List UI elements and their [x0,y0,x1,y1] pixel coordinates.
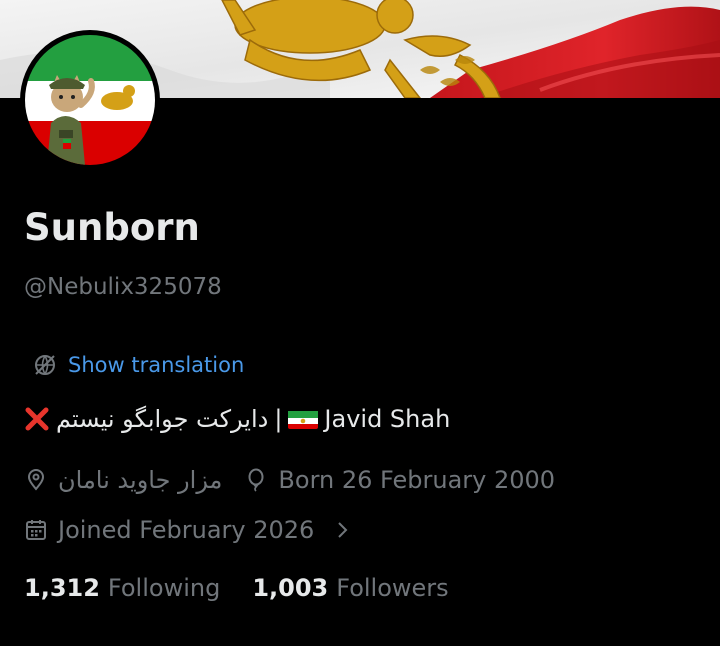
followers-label: Followers [336,574,449,602]
joined-text: Joined February 2026 [58,516,315,544]
bio-persian-text: دایرکت جوابگو نیستم [56,405,269,433]
cross-mark-icon [24,406,50,432]
birthday-text: Born 26 February 2000 [278,466,556,494]
following-label: Following [107,574,221,602]
follow-stats: 1,312 Following 1,003 Followers [24,574,449,602]
show-translation-link[interactable]: Show translation [32,352,244,378]
bio-name-text: Javid Shah [324,405,451,433]
profile-bio: دایرکت جوابگو نیستم | Javid Shah [24,405,450,433]
followers-link[interactable]: 1,003 Followers [252,574,448,602]
display-name: Sunborn [24,206,200,249]
location-text: مزار جاوید نامان [58,466,223,494]
following-link[interactable]: 1,312 Following [24,574,220,602]
chevron-right-icon [330,518,354,542]
profile-meta-row: مزار جاوید نامان Born 26 February 2000 [24,466,555,494]
followers-count: 1,003 [252,574,329,602]
balloon-icon [244,468,268,492]
location-pin-icon [24,468,48,492]
avatar[interactable] [20,30,160,170]
user-handle: @Nebulix325078 [24,274,222,300]
translate-icon [32,352,58,378]
avatar-image [25,35,155,165]
iran-flag-icon [288,409,319,429]
location-item: مزار جاوید نامان [24,466,222,494]
profile-page: Sunborn @Nebulix325078 Show translation … [0,0,720,646]
calendar-icon [24,518,48,542]
joined-row[interactable]: Joined February 2026 [24,516,354,544]
following-count: 1,312 [24,574,100,602]
bio-separator: | [274,405,283,433]
show-translation-label: Show translation [68,353,245,377]
birthday-item: Born 26 February 2000 [244,466,555,494]
